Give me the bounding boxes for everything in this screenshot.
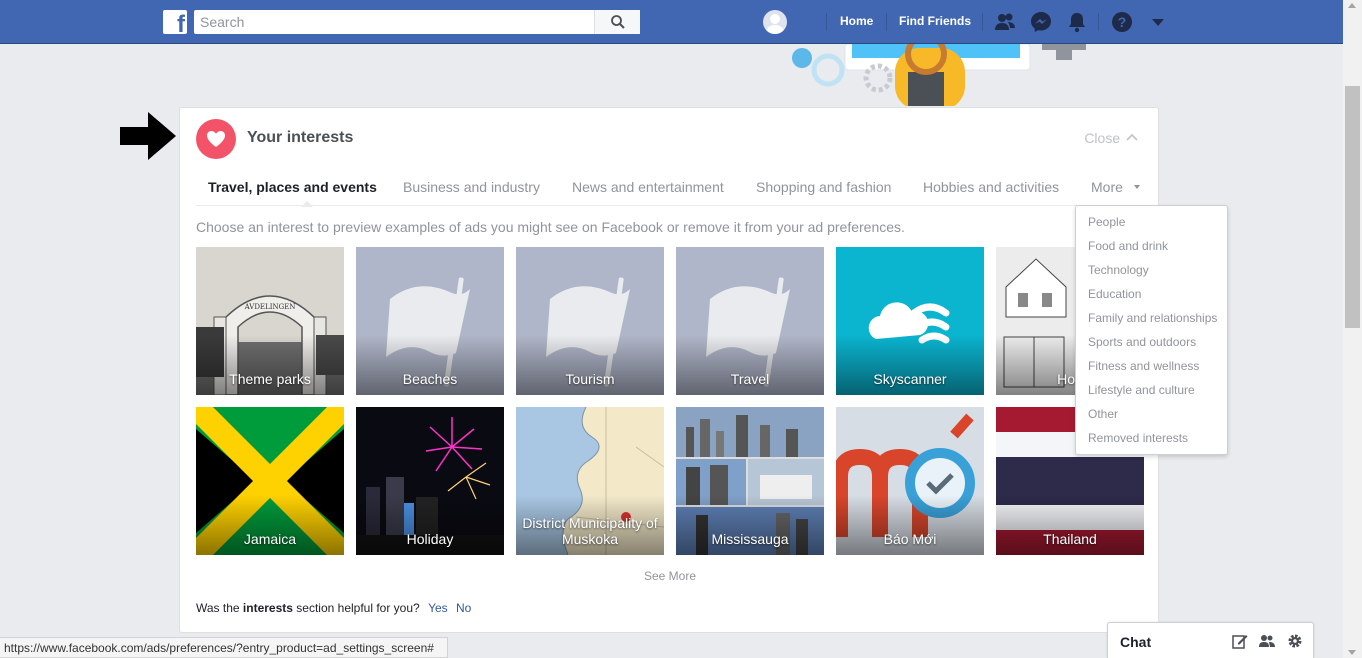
chat-bar[interactable]: Chat: [1107, 622, 1314, 658]
category-tabs: Travel, places and events Business and i…: [196, 168, 1141, 207]
account-menu-chevron-down-icon[interactable]: [1147, 11, 1169, 33]
chat-settings-gear-icon[interactable]: [1287, 633, 1303, 649]
dropdown-item-removed-interests[interactable]: Removed interests: [1088, 431, 1188, 445]
dropdown-item-technology[interactable]: Technology: [1088, 263, 1149, 277]
scroll-down-arrow-icon[interactable]: [1348, 650, 1356, 655]
dropdown-item-education[interactable]: Education: [1088, 287, 1141, 301]
dropdown-item-people[interactable]: People: [1088, 215, 1125, 229]
search-icon: [610, 15, 625, 29]
interest-tile-travel[interactable]: Travel: [676, 247, 824, 395]
helpful-text-post: section helpful for you?: [296, 601, 420, 615]
new-message-compose-icon[interactable]: [1232, 633, 1248, 649]
browser-status-url: https://www.facebook.com/ads/preferences…: [0, 637, 448, 658]
helpful-text-pre: Was the: [196, 601, 240, 615]
interest-tile-bao-moi[interactable]: Báo Mới: [836, 407, 984, 555]
tile-label: Tourism: [565, 371, 615, 387]
tile-label: Theme parks: [229, 371, 311, 387]
search-box: [194, 10, 640, 34]
interest-tile-jamaica[interactable]: Jamaica: [196, 407, 344, 555]
interest-tile-mississauga[interactable]: Mississauga: [676, 407, 824, 555]
page-scrollbar[interactable]: [1343, 0, 1362, 658]
tab-shopping-fashion[interactable]: Shopping and fashion: [756, 179, 891, 195]
profile-avatar[interactable]: [763, 10, 787, 34]
top-navigation-bar: f Home Find Friends ?: [0, 0, 1343, 44]
scrollbar-thumb[interactable]: [1345, 86, 1360, 328]
dropdown-item-family-relationships[interactable]: Family and relationships: [1088, 311, 1217, 325]
nav-separator: [886, 13, 887, 31]
facebook-logo-icon[interactable]: f: [163, 10, 187, 37]
tab-hobbies-activities[interactable]: Hobbies and activities: [923, 179, 1059, 195]
tile-label: Holiday: [406, 531, 454, 547]
tile-label: Mississauga: [711, 531, 789, 547]
interest-tile-tourism[interactable]: Tourism: [516, 247, 664, 395]
close-label: Close: [1084, 130, 1121, 146]
dropdown-item-sports-outdoors[interactable]: Sports and outdoors: [1088, 335, 1196, 349]
search-input[interactable]: [194, 10, 594, 34]
helpful-no-link[interactable]: No: [456, 601, 471, 615]
close-section-link[interactable]: Close: [1084, 130, 1138, 146]
intro-text: Choose an interest to preview examples o…: [196, 219, 905, 235]
tile-label: Báo Mới: [883, 531, 937, 547]
heart-icon: [196, 119, 236, 159]
interest-tile-skyscanner[interactable]: Skyscanner: [836, 247, 984, 395]
tab-more-label: More: [1091, 179, 1123, 195]
chat-label: Chat: [1120, 634, 1152, 650]
tile-label: Travel: [730, 371, 770, 387]
dropdown-item-lifestyle-culture[interactable]: Lifestyle and culture: [1088, 383, 1195, 397]
chevron-up-icon: [1126, 133, 1138, 141]
dropdown-item-food-drink[interactable]: Food and drink: [1088, 239, 1168, 253]
more-categories-dropdown: People Food and drink Technology Educati…: [1075, 205, 1228, 455]
nav-separator: [826, 13, 827, 31]
help-question-icon[interactable]: ?: [1111, 11, 1133, 33]
card-title: Your interests: [247, 129, 354, 146]
svg-text:AVDELINGEN: AVDELINGEN: [244, 303, 296, 311]
pointer-arrow-icon: [120, 112, 176, 160]
header-illustration: [792, 44, 1086, 106]
helpful-text-bold: interests: [242, 601, 293, 615]
tab-news-entertainment[interactable]: News and entertainment: [572, 179, 724, 195]
tab-travel-places-events[interactable]: Travel, places and events: [208, 179, 377, 195]
tile-label: Skyscanner: [873, 371, 947, 387]
create-group-icon[interactable]: [1259, 633, 1275, 649]
nav-separator: [1098, 13, 1099, 31]
find-friends-link[interactable]: Find Friends: [899, 14, 971, 28]
interest-tile-theme-parks[interactable]: AVDELINGEN Theme parks: [196, 247, 344, 395]
tile-label: District Municipality of Muskoka: [522, 515, 658, 547]
search-button[interactable]: [594, 10, 640, 34]
nav-separator: [982, 13, 983, 31]
tab-business-industry[interactable]: Business and industry: [403, 179, 540, 195]
svg-text:?: ?: [1118, 14, 1127, 30]
scroll-up-arrow-icon[interactable]: [1348, 3, 1356, 8]
helpful-yes-link[interactable]: Yes: [428, 601, 448, 615]
see-more-link[interactable]: See More: [180, 569, 1160, 583]
active-tab-indicator: [301, 201, 313, 207]
interest-tile-muskoka[interactable]: District Municipality of Muskoka: [516, 407, 664, 555]
helpful-feedback: Was the interests section helpful for yo…: [196, 601, 471, 615]
home-link[interactable]: Home: [840, 14, 873, 28]
dropdown-item-other[interactable]: Other: [1088, 407, 1118, 421]
interest-tile-holiday[interactable]: Holiday: [356, 407, 504, 555]
caret-down-icon: [1133, 185, 1140, 189]
notifications-bell-icon[interactable]: [1066, 11, 1088, 33]
friend-requests-icon[interactable]: [994, 11, 1016, 33]
tile-label: Beaches: [402, 371, 458, 387]
dropdown-item-fitness-wellness[interactable]: Fitness and wellness: [1088, 359, 1199, 373]
tab-more[interactable]: More: [1091, 179, 1141, 195]
messenger-icon[interactable]: [1030, 11, 1052, 33]
interest-tile-beaches[interactable]: Beaches: [356, 247, 504, 395]
your-interests-card: Your interests Close Travel, places and …: [179, 107, 1159, 633]
tile-label: Thailand: [1043, 531, 1097, 547]
tile-label: Jamaica: [243, 531, 297, 547]
